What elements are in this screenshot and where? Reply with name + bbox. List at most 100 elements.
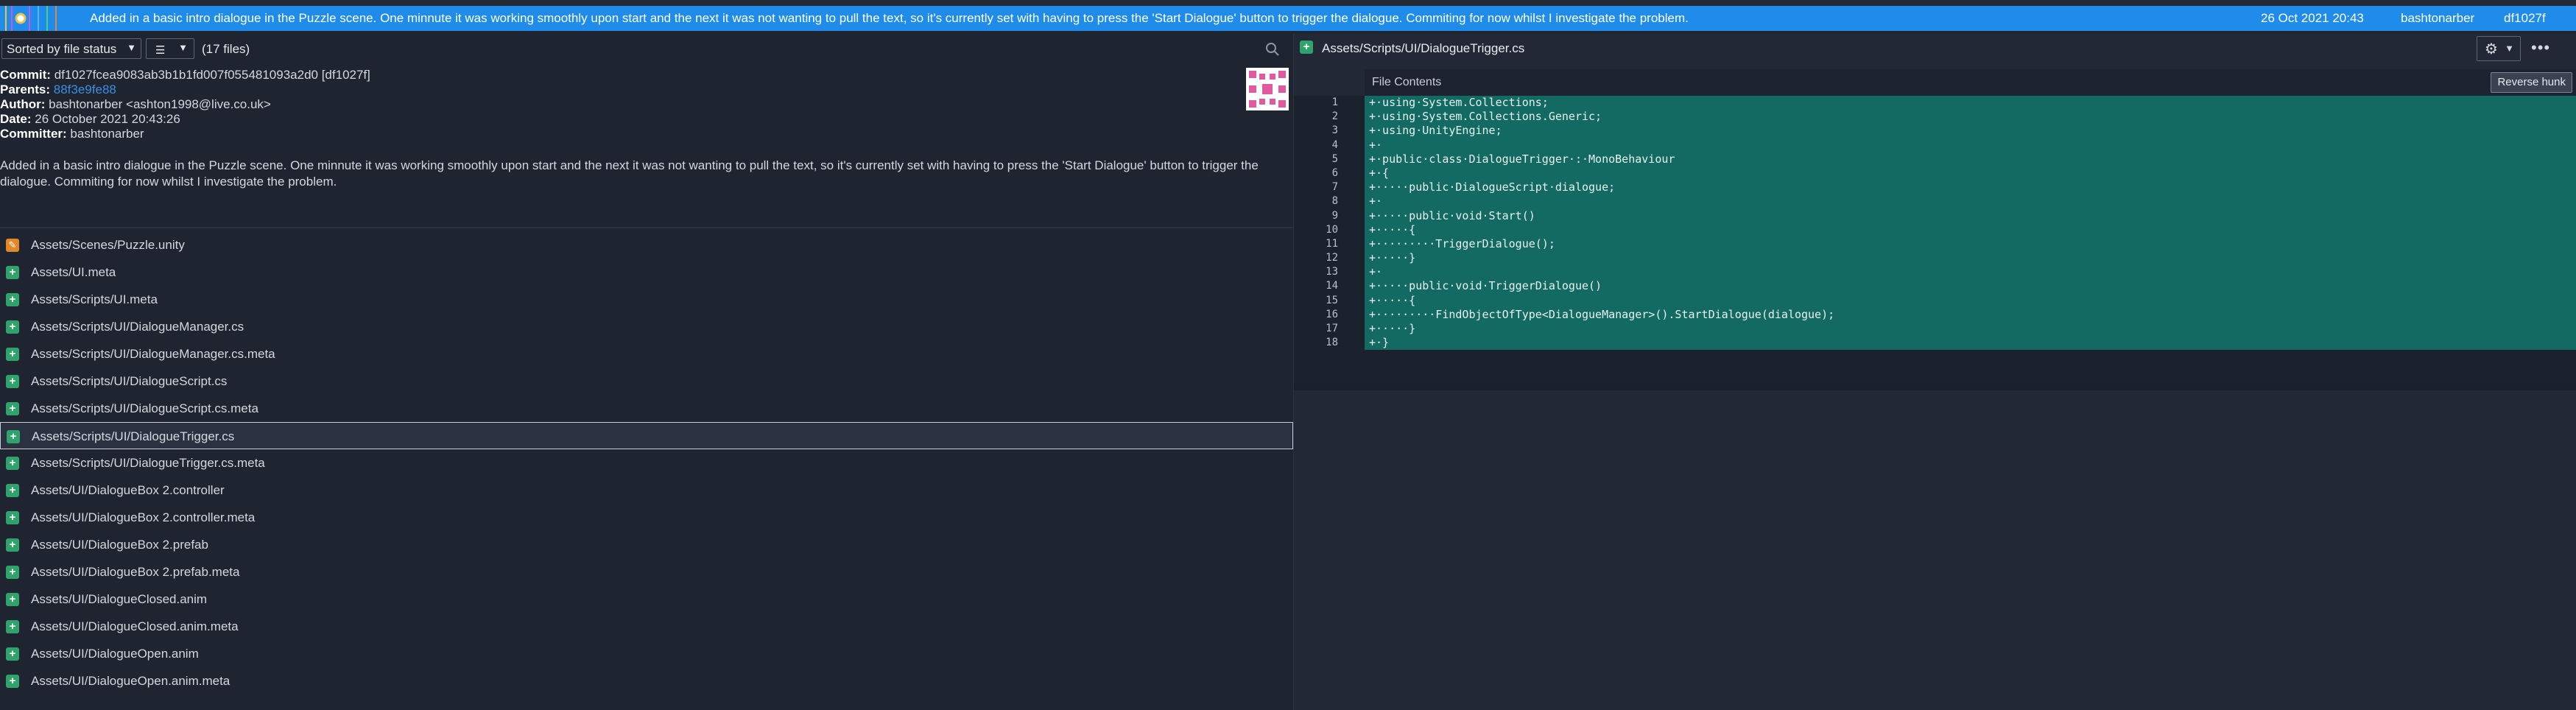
code-text: +· xyxy=(1369,138,1383,152)
added-code-line[interactable]: +·········TriggerDialogue(); xyxy=(1365,236,2576,252)
line-number: 14 xyxy=(1326,280,1338,292)
added-code-line[interactable]: +· xyxy=(1365,194,2576,209)
file-path: Assets/Scripts/UI/DialogueScript.cs.meta xyxy=(31,401,258,415)
code-text: +·} xyxy=(1369,336,1390,350)
date-value: 26 October 2021 20:43:26 xyxy=(35,112,180,126)
added-file-icon: + xyxy=(6,511,19,524)
file-list-toolbar: Sorted by file status ▼ ☰ ▼ (17 files) xyxy=(0,34,1293,65)
parent-commit-link[interactable]: 88f3e9fe88 xyxy=(54,82,116,96)
added-code-line[interactable]: +·····{ xyxy=(1365,293,2576,308)
line-number-gutter: 1 2 3 4 5 6 7 8 9 10 11 12 13 14 15 16 17 18 xyxy=(1294,96,1365,383)
file-path: Assets/UI/DialogueBox 2.prefab.meta xyxy=(31,565,240,579)
added-code-line[interactable]: +·········FindObjectOfType<DialogueManag… xyxy=(1365,307,2576,322)
committer-value: bashtonarber xyxy=(70,127,144,141)
previous-commit-row[interactable] xyxy=(0,0,2576,6)
code-text: +·····public·void·TriggerDialogue() xyxy=(1369,279,1602,293)
file-path: Assets/Scripts/UI/DialogueManager.cs.met… xyxy=(31,347,275,361)
added-code-line[interactable]: +·····{ xyxy=(1365,222,2576,237)
code-text: +·····public·void·Start() xyxy=(1369,208,1535,222)
added-code-line[interactable]: +·{ xyxy=(1365,166,2576,181)
file-row[interactable]: + Assets/UI/DialogueBox 2.controller.meta xyxy=(0,504,1293,531)
line-number: 6 xyxy=(1331,166,1338,179)
file-row[interactable]: ✎ Assets/Scenes/Puzzle.unity xyxy=(0,231,1293,259)
line-number: 17 xyxy=(1326,323,1338,334)
commit-description: Added in a basic intro dialogue in the P… xyxy=(0,158,1259,189)
added-file-icon: + xyxy=(6,375,19,388)
added-code-line[interactable]: +·····public·void·Start() xyxy=(1365,208,2576,223)
file-row[interactable]: + Assets/Scripts/UI/DialogueManager.cs xyxy=(0,313,1293,340)
changed-files-list: ✎ Assets/Scenes/Puzzle.unity + Assets/UI.me… xyxy=(0,231,1293,695)
chevron-down-icon: ▼ xyxy=(2505,43,2514,54)
file-row[interactable]: + Assets/Scripts/UI/DialogueScript.cs xyxy=(0,368,1293,395)
search-icon[interactable] xyxy=(1264,41,1281,58)
added-file-icon: + xyxy=(7,430,20,443)
file-row[interactable]: + Assets/UI.meta xyxy=(0,259,1293,286)
added-file-icon: + xyxy=(6,620,19,633)
file-row[interactable]: + Assets/UI/DialogueOpen.anim xyxy=(0,640,1293,667)
file-row[interactable]: + Assets/UI/DialogueOpen.anim.meta xyxy=(0,667,1293,695)
file-row[interactable]: + Assets/UI/DialogueBox 2.prefab.meta xyxy=(0,558,1293,586)
file-row[interactable]: + Assets/Scripts/UI/DialogueTrigger.cs.me… xyxy=(0,449,1293,477)
file-row[interactable]: + Assets/UI/DialogueClosed.anim xyxy=(0,586,1293,613)
added-code-line[interactable]: +· xyxy=(1365,265,2576,280)
code-text: +· xyxy=(1369,194,1383,208)
added-file-icon: + xyxy=(6,647,19,661)
selected-commit-row[interactable]: Added in a basic intro dialogue in the P… xyxy=(0,6,2576,31)
file-diff-pane: + Assets/Scripts/UI/DialogueTrigger.cs ⚙… xyxy=(1293,34,2576,710)
file-row[interactable]: + Assets/Scripts/UI/DialogueTrigger.cs xyxy=(0,422,1293,449)
code-text: +·using·System.Collections.Generic; xyxy=(1369,110,1602,124)
more-options-icon[interactable]: ••• xyxy=(2531,38,2550,57)
added-file-icon: + xyxy=(6,484,19,497)
file-row[interactable]: + Assets/UI/DialogueBox 2.prefab xyxy=(0,531,1293,558)
file-path: Assets/UI/DialogueClosed.anim.meta xyxy=(31,619,239,633)
diff-settings-button[interactable]: ⚙ ▼ xyxy=(2477,36,2521,61)
added-file-icon: + xyxy=(6,402,19,415)
file-row[interactable]: + Assets/Scripts/UI/DialogueManager.cs.me… xyxy=(0,340,1293,368)
commit-label: Commit: xyxy=(0,68,51,82)
code-text: +·····} xyxy=(1369,251,1416,265)
commit-message: Added in a basic intro dialogue in the P… xyxy=(90,11,1689,25)
file-row[interactable]: + Assets/Scripts/UI.meta xyxy=(0,286,1293,313)
branch-graph xyxy=(5,6,57,31)
added-file-icon: + xyxy=(6,293,19,306)
line-number: 7 xyxy=(1331,181,1338,194)
view-mode-dropdown[interactable]: ☰ ▼ xyxy=(146,38,194,59)
line-number: 15 xyxy=(1326,294,1338,306)
added-file-icon: + xyxy=(6,457,19,470)
code-text: +·········TriggerDialogue(); xyxy=(1369,236,1555,250)
file-path: Assets/UI.meta xyxy=(31,265,116,279)
code-text: +·····{ xyxy=(1369,293,1416,307)
added-code-line[interactable]: +·} xyxy=(1365,336,2576,351)
code-view[interactable]: +·using·System.Collections; +·using·Syste… xyxy=(1365,96,2576,383)
file-path: Assets/UI/DialogueBox 2.prefab xyxy=(31,538,208,552)
added-code-line[interactable]: +·····} xyxy=(1365,322,2576,337)
file-row[interactable]: + Assets/UI/DialogueBox 2.controller xyxy=(0,477,1293,504)
added-code-line[interactable]: +·public·class·DialogueTrigger·:·MonoBeh… xyxy=(1365,152,2576,166)
added-code-line[interactable]: +·using·System.Collections.Generic; xyxy=(1365,110,2576,124)
author-label: Author: xyxy=(0,97,46,111)
sort-dropdown[interactable]: Sorted by file status ▼ xyxy=(1,38,141,59)
file-contents-label: File Contents xyxy=(1372,76,1442,88)
added-code-line[interactable]: +· xyxy=(1365,138,2576,152)
added-code-line[interactable]: +·····public·void·TriggerDialogue() xyxy=(1365,279,2576,294)
added-code-line[interactable]: +·using·System.Collections; xyxy=(1365,96,2576,110)
author-value: bashtonarber <ashton1998@live.co.uk> xyxy=(49,97,271,111)
commit-details-pane: Sorted by file status ▼ ☰ ▼ (17 files) C… xyxy=(0,34,1293,710)
line-number: 12 xyxy=(1326,252,1338,264)
added-file-icon: + xyxy=(6,320,19,334)
divider xyxy=(0,227,1293,228)
added-code-line[interactable]: +·····} xyxy=(1365,251,2576,266)
added-file-icon: + xyxy=(6,566,19,579)
file-row[interactable]: + Assets/UI/DialogueClosed.anim.meta xyxy=(0,613,1293,640)
chevron-down-icon: ▼ xyxy=(127,42,136,53)
added-file-icon: + xyxy=(6,266,19,279)
code-text: +·····} xyxy=(1369,322,1416,335)
added-code-line[interactable]: +·using·UnityEngine; xyxy=(1365,124,2576,138)
file-row[interactable]: + Assets/Scripts/UI/DialogueScript.cs.met… xyxy=(0,395,1293,422)
commit-sha: df1027f xyxy=(2504,11,2546,25)
added-code-line[interactable]: +·····public·DialogueScript·dialogue; xyxy=(1365,180,2576,195)
commit-metadata: Commit: df1027fcea9083ab3b1b1fd007f05548… xyxy=(0,68,1281,141)
reverse-hunk-button[interactable]: Reverse hunk xyxy=(2491,72,2572,93)
file-path: Assets/Scenes/Puzzle.unity xyxy=(31,238,185,252)
code-text: +·{ xyxy=(1369,166,1390,180)
